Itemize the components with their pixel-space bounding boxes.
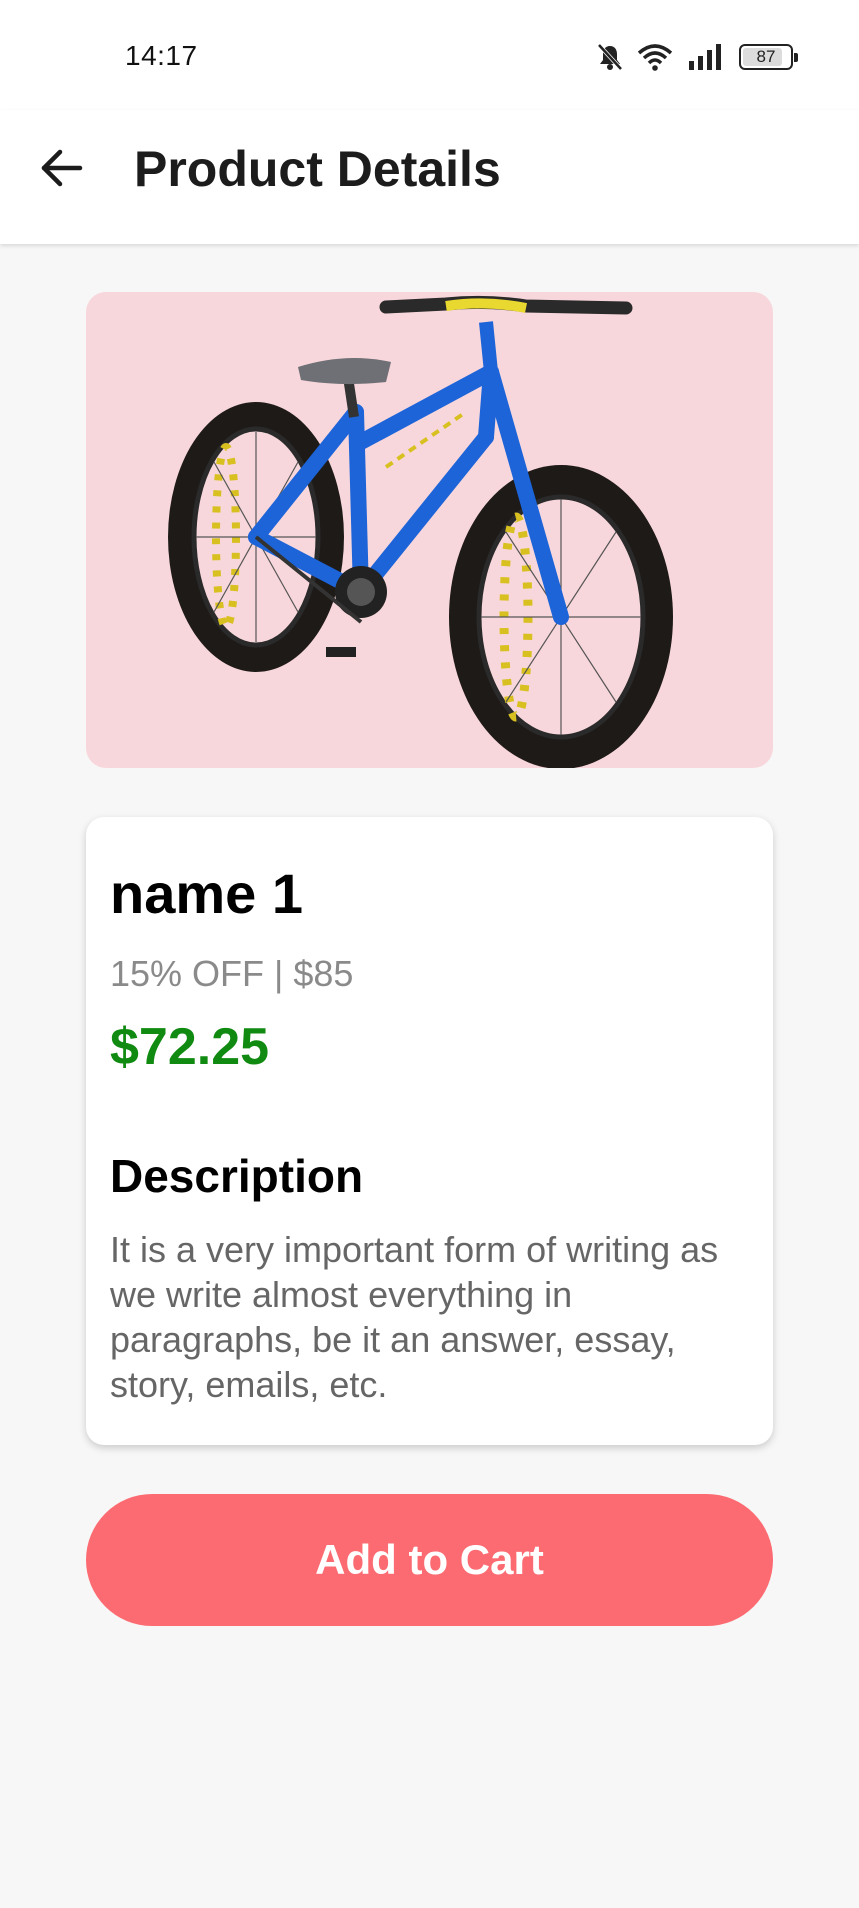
back-button[interactable] xyxy=(30,138,94,202)
final-price: $72.25 xyxy=(110,1018,270,1076)
app-bar: Product Details xyxy=(0,110,859,244)
description-heading: Description xyxy=(110,1150,364,1202)
battery-level: 87 xyxy=(756,47,776,66)
battery-icon: 87 xyxy=(739,44,798,70)
product-name: name 1 xyxy=(110,862,303,925)
wifi-icon xyxy=(637,43,673,71)
discount-original-price: 15% OFF | $85 xyxy=(110,953,354,994)
page-title: Product Details xyxy=(134,141,501,197)
status-icons: 87 xyxy=(597,40,798,74)
arrow-left-icon xyxy=(40,148,84,193)
product-image xyxy=(86,292,773,768)
status-time: 14:17 xyxy=(125,40,198,71)
status-bar: 14:17 87 xyxy=(0,0,859,110)
add-to-cart-button[interactable]: Add to Cart xyxy=(86,1494,773,1626)
signal-icon xyxy=(687,43,725,71)
bicycle-icon xyxy=(168,295,673,768)
bell-off-icon xyxy=(597,43,623,71)
product-info-card: name 1 15% OFF | $85 $72.25 Description … xyxy=(86,817,773,1445)
description-text: It is a very important form of writing a… xyxy=(110,1229,719,1405)
